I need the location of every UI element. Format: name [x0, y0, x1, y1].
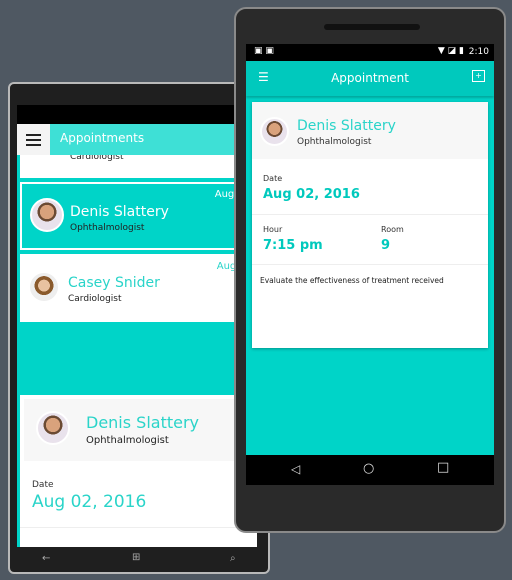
- recent-apps-button[interactable]: □: [437, 460, 449, 475]
- doctor-name: Denis Slattery: [297, 118, 396, 134]
- avatar: [36, 411, 70, 445]
- room-value: 9: [381, 238, 391, 253]
- home-button[interactable]: ○: [363, 461, 374, 476]
- windows-phone-frame: Cardiologist Denis Slattery Ophthalmolog…: [8, 82, 270, 574]
- hour-value: 7:15 pm: [263, 238, 323, 253]
- android-nav-bar: ◁ ○ □: [246, 455, 494, 485]
- item-name: Denis Slattery: [70, 204, 169, 220]
- avatar: [30, 198, 64, 232]
- detail-specialty: Ophthalmologist: [86, 435, 169, 446]
- detail-header: Denis Slattery Ophthalmologist: [24, 399, 257, 461]
- room-label: Room: [381, 225, 404, 234]
- detail-name: Denis Slattery: [86, 413, 200, 432]
- android-phone-frame: ▣ ▣ ▼ ◪ ▮ 2:10 ☰ Appointment + Denis Sla…: [234, 7, 506, 533]
- card-header: Denis Slattery Ophthalmologist: [252, 102, 488, 159]
- appointment-card: Denis Slattery Ophthalmologist Date Aug …: [252, 102, 488, 348]
- item-specialty: Ophthalmologist: [70, 223, 145, 233]
- list-item[interactable]: Casey Snider Cardiologist Aug 08, 2016 9…: [20, 254, 257, 322]
- page-title: Appointments: [60, 131, 145, 145]
- windows-phone-screen: Cardiologist Denis Slattery Ophthalmolog…: [17, 105, 257, 547]
- back-button[interactable]: ◁: [291, 462, 300, 476]
- status-time: 2:10: [468, 47, 489, 57]
- divider: [252, 214, 488, 215]
- home-button[interactable]: ⊞: [132, 552, 140, 563]
- app-bar: ☰ Appointment +: [246, 61, 494, 96]
- add-calendar-icon[interactable]: +: [472, 70, 485, 82]
- page-title: Appointment: [331, 71, 409, 85]
- back-button[interactable]: ←: [42, 553, 50, 564]
- hour-label: Hour: [263, 225, 283, 234]
- android-screen: ▣ ▣ ▼ ◪ ▮ 2:10 ☰ Appointment + Denis Sla…: [246, 44, 494, 485]
- item-name: Casey Snider: [68, 275, 160, 291]
- signal-battery-icons: ▼ ◪ ▮: [437, 46, 464, 56]
- list-item-selected[interactable]: Denis Slattery Ophthalmologist Aug 02, 2…: [20, 182, 257, 250]
- date-label: Date: [263, 174, 283, 183]
- date-value: Aug 02, 2016: [32, 492, 147, 512]
- hamburger-menu-button[interactable]: [17, 124, 50, 155]
- avatar: [28, 271, 60, 303]
- date-value: Aug 02, 2016: [263, 187, 360, 202]
- status-bar: [17, 105, 257, 124]
- avatar: [260, 117, 289, 146]
- search-button[interactable]: ⌕: [230, 553, 236, 564]
- date-label: Date: [32, 480, 54, 490]
- detail-card: Denis Slattery Ophthalmologist Date Aug …: [20, 395, 257, 547]
- status-bar: ▣ ▣ ▼ ◪ ▮ 2:10: [246, 44, 494, 61]
- windows-nav-bar: ← ⊞ ⌕: [10, 549, 268, 572]
- description: Evaluate the effectiveness of treatment …: [260, 276, 444, 285]
- doctor-specialty: Ophthalmologist: [297, 137, 372, 147]
- item-specialty: Cardiologist: [68, 294, 122, 304]
- divider: [252, 264, 488, 265]
- notification-icons: ▣ ▣: [254, 46, 274, 56]
- divider: [20, 527, 257, 528]
- app-header: Appointments: [17, 124, 257, 155]
- list-item[interactable]: Cardiologist: [20, 152, 257, 178]
- speaker: [324, 24, 420, 30]
